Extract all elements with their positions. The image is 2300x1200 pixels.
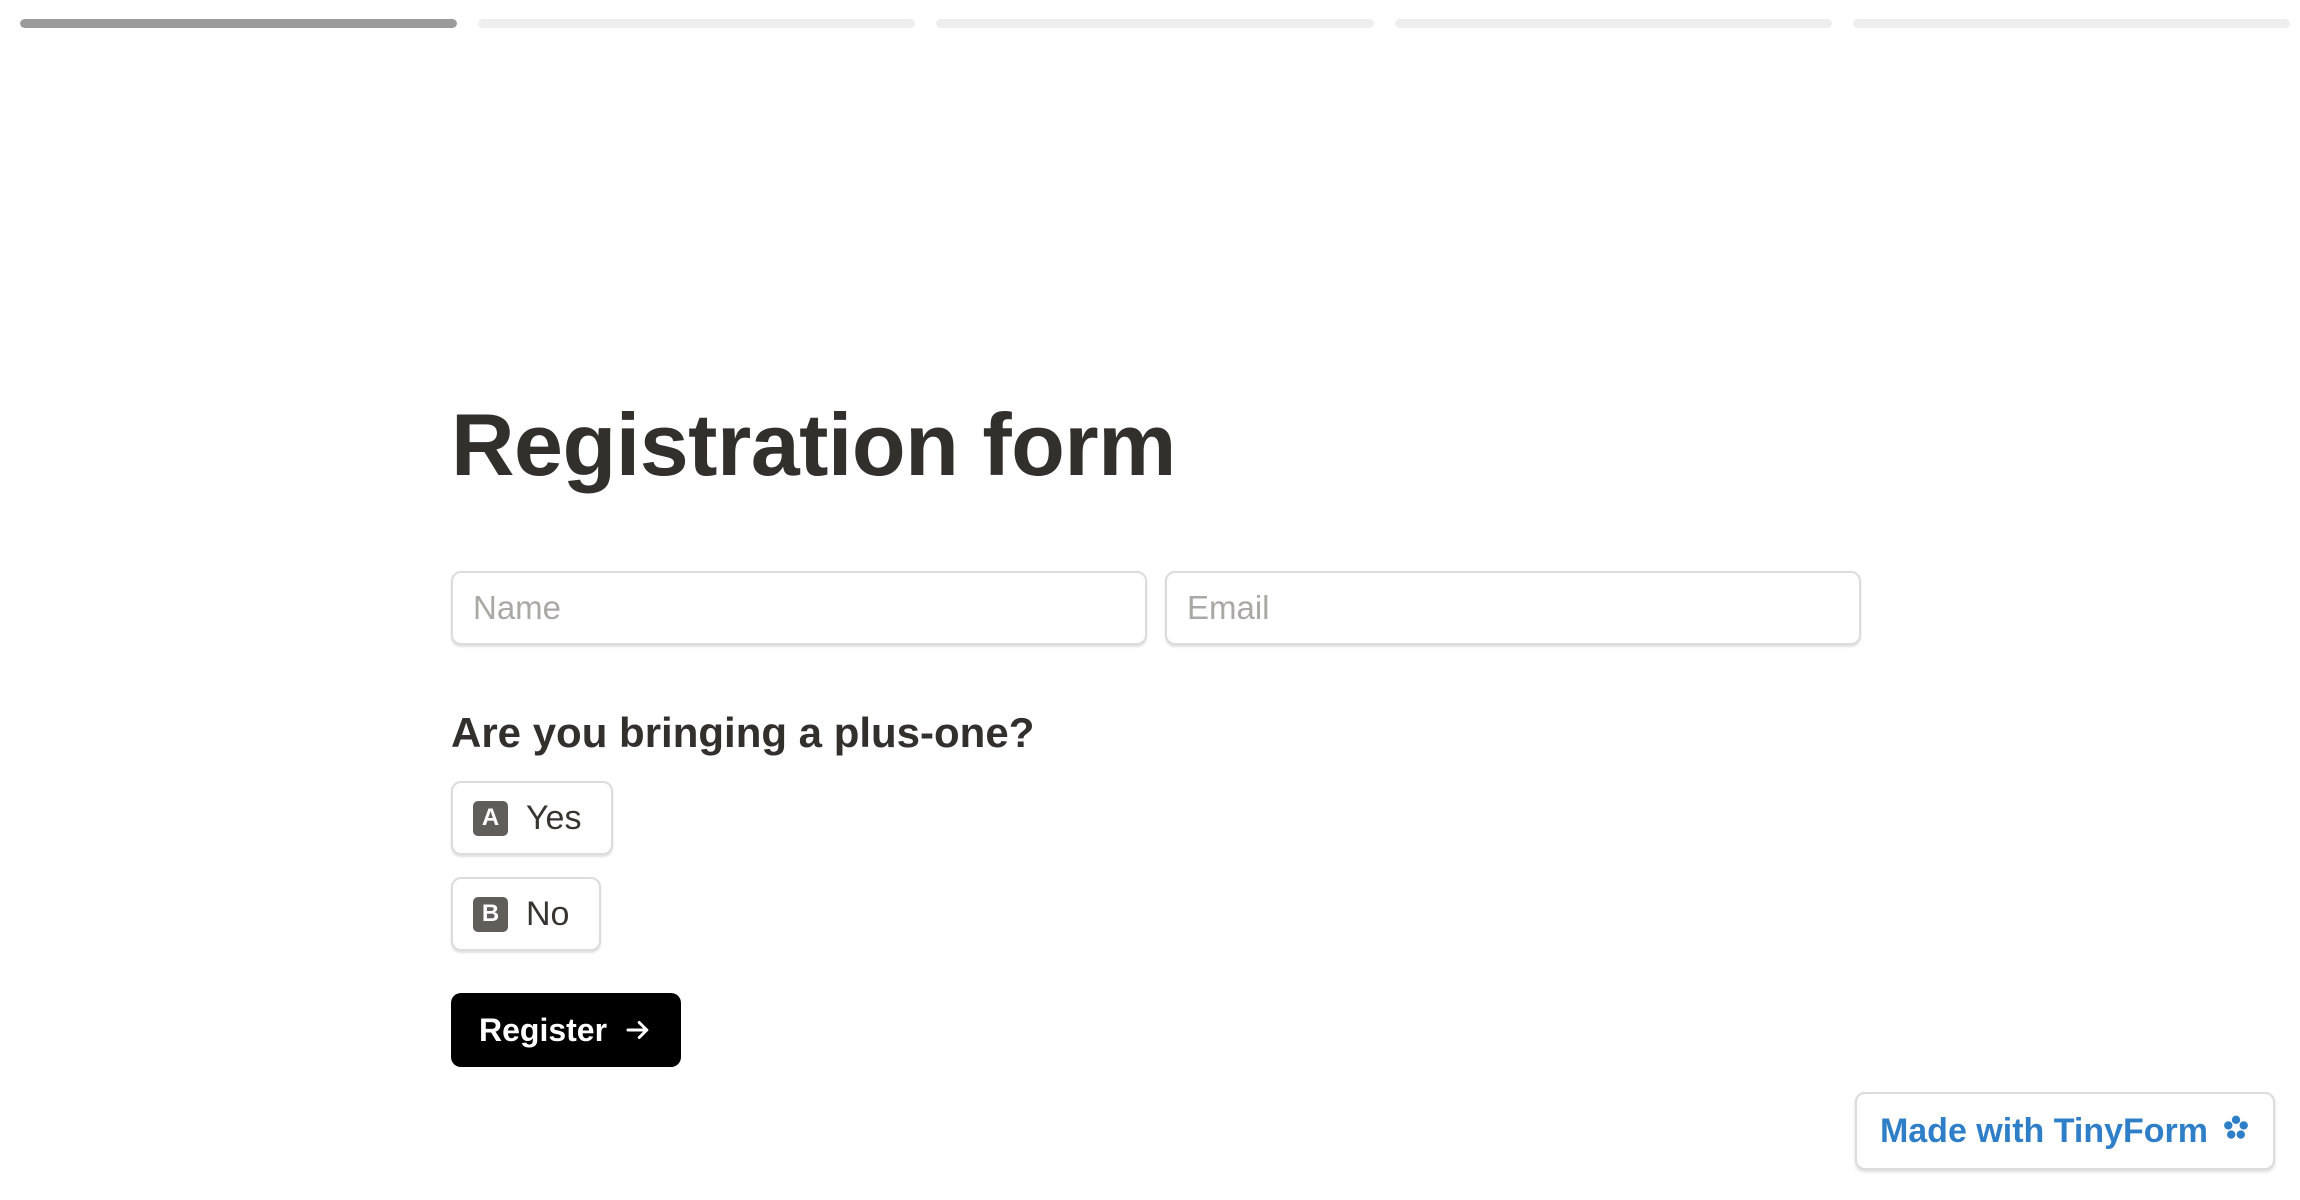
option-label: No — [526, 894, 570, 933]
option-no[interactable]: B No — [451, 877, 602, 951]
progress-segment — [936, 19, 1374, 28]
registration-form: Registration form Are you bringing a plu… — [451, 395, 1861, 1067]
register-button[interactable]: Register — [451, 993, 682, 1067]
progress-segment — [1852, 19, 2291, 28]
progress-bar — [20, 19, 2291, 28]
tinyform-flower-icon — [2222, 1112, 2250, 1151]
page-title: Registration form — [451, 395, 1176, 494]
email-field[interactable] — [1165, 571, 1861, 645]
option-yes[interactable]: A Yes — [451, 781, 614, 855]
option-key-badge: A — [473, 800, 508, 836]
option-label: Yes — [526, 798, 582, 837]
progress-segment — [478, 19, 916, 28]
option-key-badge: B — [473, 896, 508, 932]
arrow-right-icon — [623, 1015, 653, 1045]
contact-fields — [451, 571, 1861, 645]
plus-one-question: Are you bringing a plus-one? — [451, 709, 1035, 756]
progress-segment — [1394, 19, 1832, 28]
badge-text: Made with TinyForm — [1879, 1111, 2209, 1150]
name-field[interactable] — [451, 571, 1147, 645]
made-with-tinyform-badge[interactable]: Made with TinyForm — [1855, 1092, 2275, 1170]
plus-one-options: A Yes B No — [451, 781, 1861, 951]
progress-fill — [20, 19, 458, 28]
progress-segment — [20, 19, 458, 28]
register-button-label: Register — [479, 1011, 608, 1048]
